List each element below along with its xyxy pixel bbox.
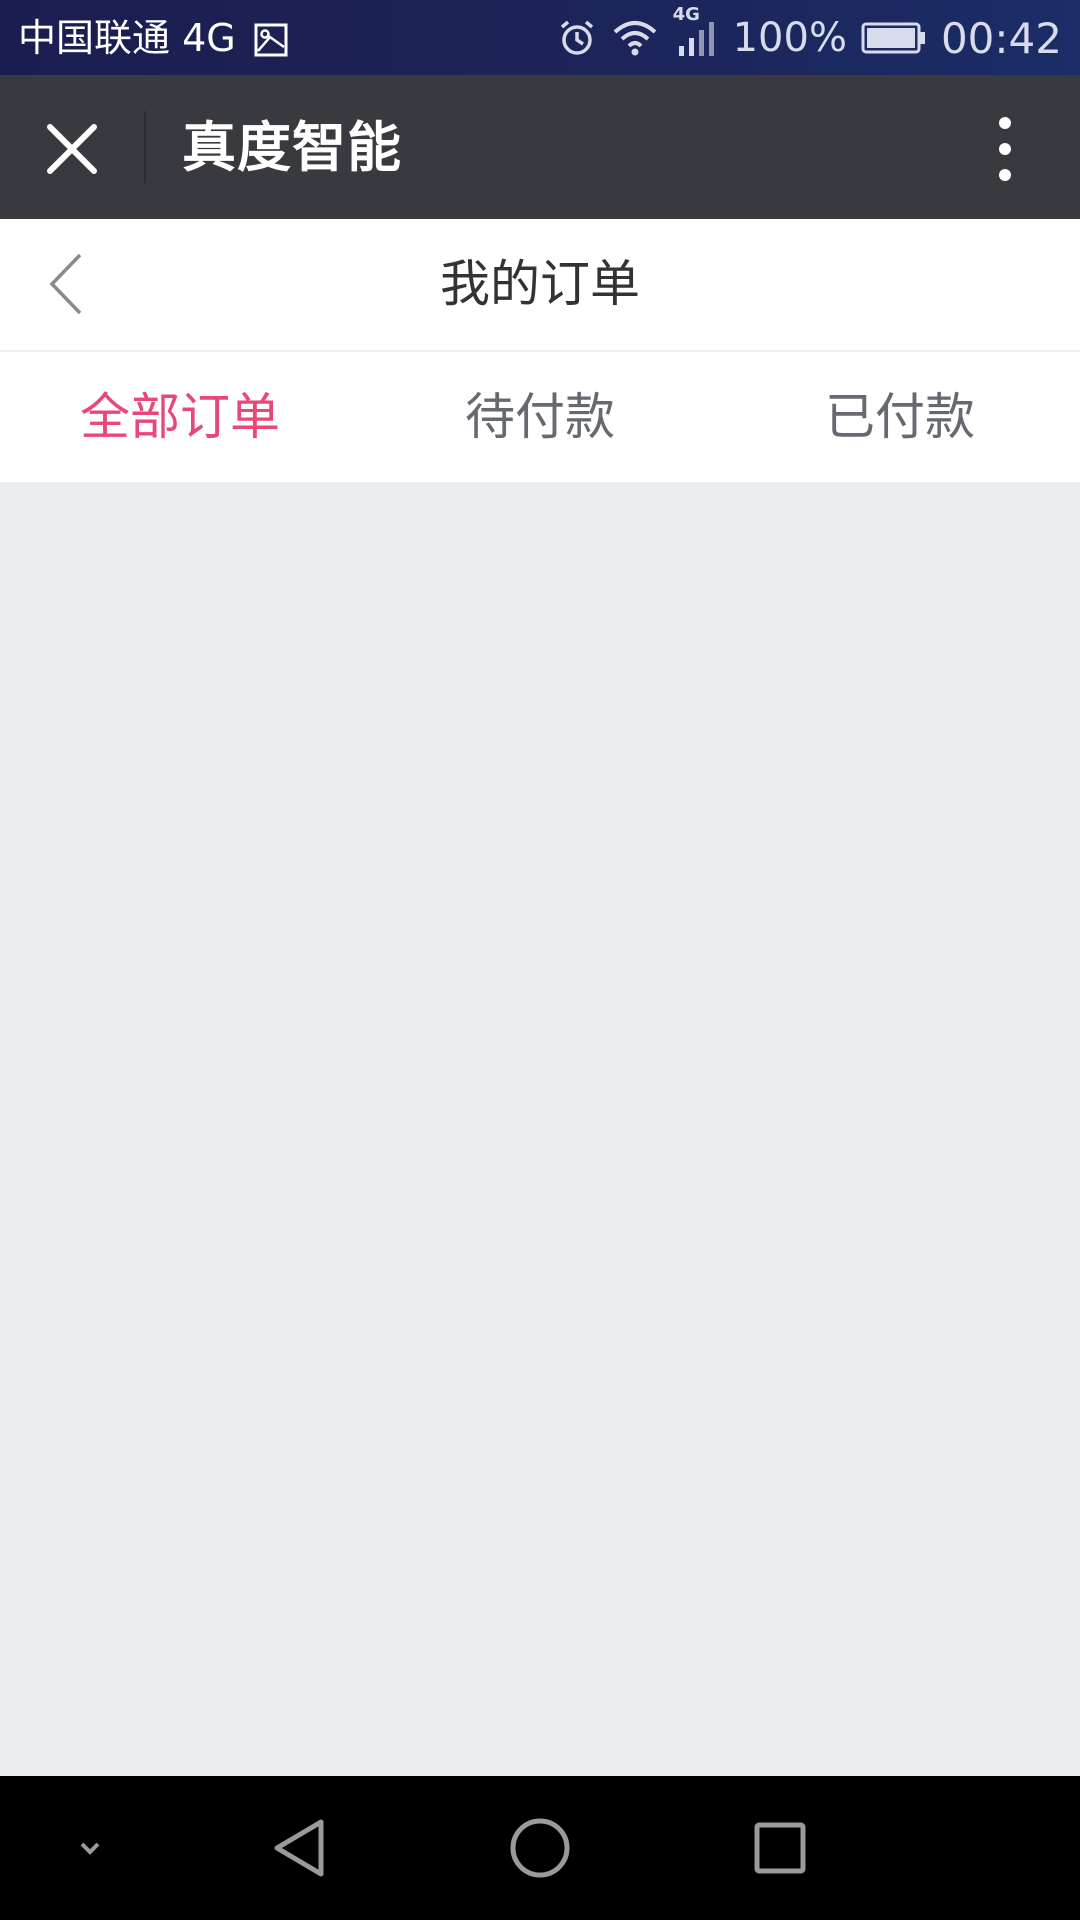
chevron-down-icon: [80, 1842, 100, 1855]
more-vertical-icon: [999, 117, 1011, 181]
header-divider: [144, 111, 146, 183]
clock: 00:42: [940, 13, 1062, 63]
alarm-icon: [557, 18, 597, 58]
circle-home-icon: [510, 1818, 570, 1878]
app-header: 真度智能: [0, 75, 1080, 219]
nav-recents-button[interactable]: [730, 1798, 830, 1898]
page-title: 我的订单: [440, 255, 640, 313]
page-header: 我的订单: [0, 219, 1080, 352]
carrier-text: 中国联通 4G: [18, 16, 236, 60]
status-indicators: 4G 100% 00:42: [557, 4, 1062, 63]
nav-home-button[interactable]: [490, 1798, 590, 1898]
chevron-left-icon: [49, 253, 82, 315]
back-button[interactable]: [40, 249, 100, 319]
tab-all-orders[interactable]: 全部订单: [0, 352, 360, 482]
hide-nav-button[interactable]: [40, 1798, 140, 1898]
wifi-icon: [611, 18, 659, 58]
tab-pending-payment[interactable]: 待付款: [360, 352, 720, 482]
app-title: 真度智能: [182, 116, 402, 179]
image-icon: [254, 23, 288, 57]
order-tabs: 全部订单 待付款 已付款: [0, 352, 1080, 482]
signal-icon: 4G: [673, 4, 719, 58]
status-bar: 中国联通 4G 4G 100% 00:42: [0, 0, 1080, 75]
triangle-back-icon: [274, 1819, 324, 1877]
more-options-button[interactable]: [970, 113, 1040, 185]
nav-back-button[interactable]: [249, 1798, 349, 1898]
network-badge: 4G: [672, 4, 700, 25]
system-nav-bar: [0, 1776, 1080, 1920]
battery-icon: [861, 21, 927, 55]
close-icon: [47, 124, 97, 174]
square-recents-icon: [754, 1822, 806, 1874]
order-list-area: [0, 482, 1080, 1776]
close-button[interactable]: [36, 113, 108, 185]
carrier-area: 中国联通 4G: [18, 13, 288, 63]
battery-percent: 100%: [732, 15, 847, 61]
tab-paid[interactable]: 已付款: [720, 352, 1080, 482]
